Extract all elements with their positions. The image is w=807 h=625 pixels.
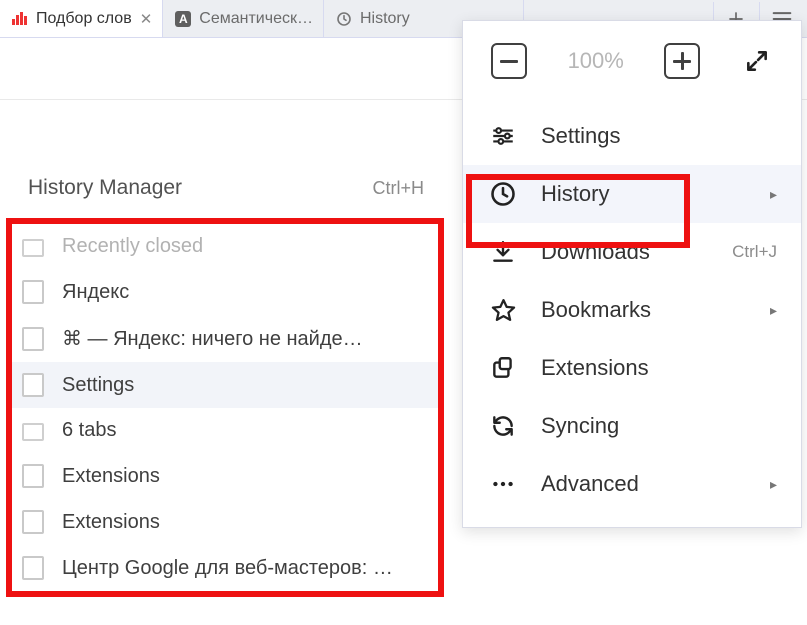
history-list: Recently closed Яндекс ⌘ — Яндекс: ничег… [12,224,438,591]
history-item-recently-closed[interactable]: Recently closed [12,224,438,269]
history-manager-header[interactable]: History Manager Ctrl+H [6,168,444,218]
history-item-label: Recently closed [62,235,203,258]
page-icon [22,510,44,534]
main-menu-dropdown: 100% Settings History ▸ Downloads Ctrl+J [462,20,802,528]
tab-title: Семантическ… [199,10,313,28]
fullscreen-icon [744,48,770,74]
zoom-out-button[interactable] [491,43,527,79]
menu-item-extensions[interactable]: Extensions [463,339,801,397]
menu-item-advanced[interactable]: Advanced ▸ [463,455,801,513]
history-item-label: ⌘ — Яндекс: ничего не найде… [62,326,363,351]
zoom-in-button[interactable] [664,43,700,79]
zoom-controls: 100% [463,39,801,107]
sliders-icon [489,122,517,150]
history-list-highlight: Recently closed Яндекс ⌘ — Яндекс: ничег… [6,218,444,597]
history-item-label: Extensions [62,511,160,534]
folder-icon [22,239,44,257]
page-icon [22,556,44,580]
menu-item-downloads[interactable]: Downloads Ctrl+J [463,223,801,281]
history-item-6tabs[interactable]: 6 tabs [12,408,438,453]
page-icon [22,373,44,397]
folder-icon [22,423,44,441]
fullscreen-button[interactable] [741,45,773,77]
menu-item-label: Settings [541,123,621,149]
star-icon [489,296,517,324]
download-icon [489,238,517,266]
chevron-right-icon: ▸ [770,186,777,203]
page-icon [22,327,44,351]
page-icon [22,280,44,304]
close-icon[interactable]: ✕ [140,10,153,28]
history-popup-title: History Manager [28,176,182,200]
history-item[interactable]: Центр Google для веб-мастеров: … [12,545,438,591]
history-item-settings[interactable]: Settings [12,362,438,408]
tab-title: Подбор слов [36,10,132,28]
zoom-percent: 100% [568,48,624,74]
letter-a-icon: A [175,11,191,27]
menu-item-bookmarks[interactable]: Bookmarks ▸ [463,281,801,339]
history-item[interactable]: Extensions [12,499,438,545]
menu-item-shortcut: Ctrl+J [732,242,777,262]
chevron-right-icon: ▸ [770,302,777,319]
menu-item-history[interactable]: History ▸ [463,165,801,223]
history-item-label: Яндекс [62,281,129,304]
page-icon [22,464,44,488]
tab-semantic[interactable]: A Семантическ… [163,0,324,37]
menu-item-settings[interactable]: Settings [463,107,801,165]
history-item[interactable]: Яндекс [12,269,438,315]
sync-icon [489,412,517,440]
history-item[interactable]: Extensions [12,453,438,499]
clock-icon [336,11,352,27]
history-item-label: Settings [62,374,134,397]
menu-item-label: Advanced [541,471,639,497]
history-item-label: 6 tabs [62,419,116,442]
menu-item-label: Syncing [541,413,619,439]
history-popup: History Manager Ctrl+H Recently closed Я… [6,168,444,597]
history-item[interactable]: ⌘ — Яндекс: ничего не найде… [12,315,438,362]
extensions-icon [489,354,517,382]
menu-item-label: History [541,181,609,207]
chevron-right-icon: ▸ [770,476,777,493]
menu-item-label: Downloads [541,239,650,265]
tab-podbor-slov[interactable]: Подбор слов ✕ [0,0,163,37]
dots-icon [489,470,517,498]
chart-bars-icon [12,11,28,27]
menu-item-label: Bookmarks [541,297,651,323]
clock-icon [489,180,517,208]
history-item-label: Extensions [62,465,160,488]
history-popup-shortcut: Ctrl+H [372,178,424,199]
menu-item-syncing[interactable]: Syncing [463,397,801,455]
minus-icon [500,60,518,63]
history-item-label: Центр Google для веб-мастеров: … [62,557,393,580]
menu-item-label: Extensions [541,355,649,381]
